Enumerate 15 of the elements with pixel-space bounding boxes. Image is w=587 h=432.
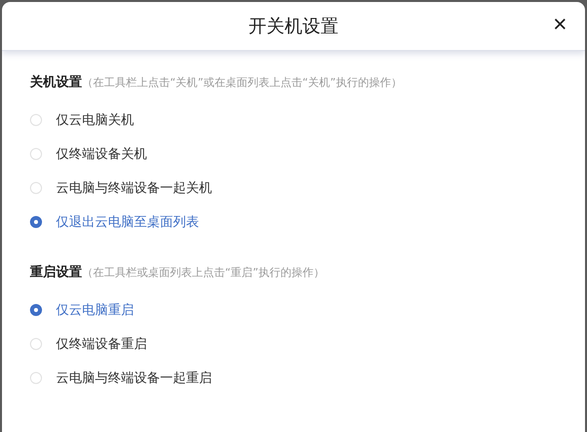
section-hint: （在工具栏或桌面列表上点击“重启”执行的操作） xyxy=(82,265,324,280)
option-label[interactable]: 仅终端设备关机 xyxy=(56,145,147,163)
option-label[interactable]: 仅退出云电脑至桌面列表 xyxy=(56,213,199,231)
radio-button[interactable] xyxy=(30,216,42,228)
option-label[interactable]: 仅云电脑重启 xyxy=(56,301,134,319)
dialog-title: 开关机设置 xyxy=(248,15,338,38)
section-hint: （在工具栏上点击“关机”或在桌面列表上点击“关机”执行的操作） xyxy=(82,75,402,90)
section-label: 关机设置 xyxy=(30,74,82,91)
close-button[interactable]: × xyxy=(548,12,571,38)
option-label[interactable]: 云电脑与终端设备一起重启 xyxy=(56,369,212,387)
option-label[interactable]: 仅终端设备重启 xyxy=(56,335,147,353)
radio-button[interactable] xyxy=(30,304,42,316)
option-label[interactable]: 云电脑与终端设备一起关机 xyxy=(56,179,212,197)
option-label[interactable]: 仅云电脑关机 xyxy=(56,111,134,129)
section-label: 重启设置 xyxy=(30,264,82,281)
